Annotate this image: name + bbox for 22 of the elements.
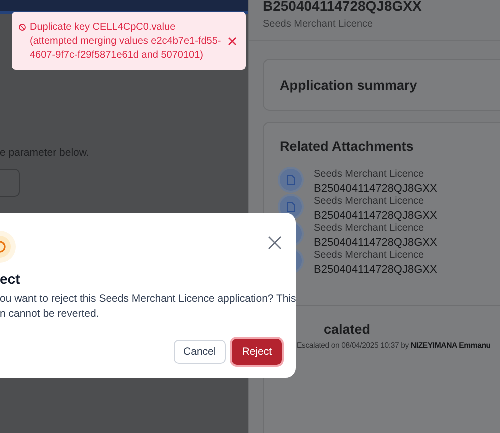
attachment-reference[interactable]: B250404114728QJ8GXX xyxy=(314,264,500,276)
attachment-name: Seeds Merchant Licence xyxy=(314,223,426,234)
section-title: calated xyxy=(324,322,372,337)
stop-icon xyxy=(19,24,26,31)
attachment-name: Seeds Merchant Licence xyxy=(314,196,426,207)
dialog-message: ou want to reject this Seeds Merchant Licence application? This xyxy=(0,292,296,307)
error-message: Duplicate key CELL4CpC0.value (attempted merging values e2c4b7e1-fd55-4607-9f7c-f29f5871e61d and 5070101) xyxy=(30,21,222,63)
cancel-button[interactable]: Cancel xyxy=(174,340,226,364)
summary-card[interactable]: Application summary xyxy=(263,59,500,111)
licence-type: Seeds Merchant Licence xyxy=(263,19,374,30)
card-title: Application summary xyxy=(280,78,418,92)
attachment-reference[interactable]: B250404114728QJ8GXX xyxy=(314,237,500,249)
close-icon[interactable] xyxy=(268,236,282,250)
attachment-reference[interactable]: B250404114728QJ8GXX xyxy=(314,183,500,195)
application-reference: B250404114728QJ8GXX xyxy=(263,0,423,14)
card-title: Related Attachments xyxy=(280,139,415,154)
dialog-message: n cannot be reverted. xyxy=(0,307,100,322)
attachment-name: Seeds Merchant Licence xyxy=(314,169,426,180)
attachment-reference[interactable]: B250404114728QJ8GXX xyxy=(314,210,500,222)
dialog-title: ect xyxy=(0,271,22,287)
attachment-name: Seeds Merchant Licence xyxy=(314,250,426,261)
reject-button[interactable]: Reject xyxy=(232,339,282,365)
